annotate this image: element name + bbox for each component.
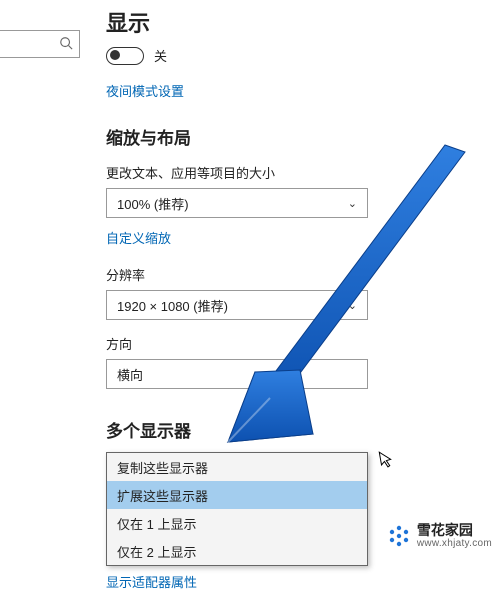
orientation-value: 横向 (117, 365, 143, 384)
text-size-select[interactable]: 100% (推荐) ⌄ (106, 188, 368, 218)
dropdown-option-duplicate[interactable]: 复制这些显示器 (107, 453, 367, 481)
multi-monitor-dropdown[interactable]: 复制这些显示器 扩展这些显示器 仅在 1 上显示 仅在 2 上显示 (106, 452, 368, 566)
custom-scale-link[interactable]: 自定义缩放 (106, 228, 171, 247)
resolution-select[interactable]: 1920 × 1080 (推荐) ⌄ (106, 290, 368, 320)
watermark-brand: 雪花家园 (417, 523, 492, 538)
page-title: 显示 (106, 6, 396, 38)
search-icon (59, 36, 73, 53)
resolution-label: 分辨率 (106, 265, 396, 284)
watermark-logo-icon (387, 524, 411, 548)
scale-layout-heading: 缩放与布局 (106, 124, 396, 149)
search-input[interactable] (0, 30, 80, 58)
chevron-down-icon: ⌄ (348, 197, 357, 210)
chevron-down-icon: ⌄ (348, 299, 357, 312)
dropdown-option-extend[interactable]: 扩展这些显示器 (107, 481, 367, 509)
display-adapter-link[interactable]: 显示适配器属性 (106, 572, 197, 591)
watermark-url: www.xhjaty.com (417, 538, 492, 549)
night-mode-settings-link[interactable]: 夜间模式设置 (106, 81, 184, 100)
night-mode-toggle[interactable] (106, 47, 144, 65)
text-size-label: 更改文本、应用等项目的大小 (106, 163, 396, 182)
toggle-state-label: 关 (154, 46, 167, 65)
text-size-value: 100% (推荐) (117, 194, 189, 213)
resolution-value: 1920 × 1080 (推荐) (117, 296, 228, 315)
dropdown-option-only2[interactable]: 仅在 2 上显示 (107, 537, 367, 565)
toggle-knob (110, 50, 120, 60)
multi-monitor-heading: 多个显示器 (106, 417, 396, 442)
dropdown-option-only1[interactable]: 仅在 1 上显示 (107, 509, 367, 537)
watermark: 雪花家园 www.xhjaty.com (387, 523, 492, 549)
orientation-label: 方向 (106, 334, 396, 353)
orientation-select[interactable]: 横向 (106, 359, 368, 389)
